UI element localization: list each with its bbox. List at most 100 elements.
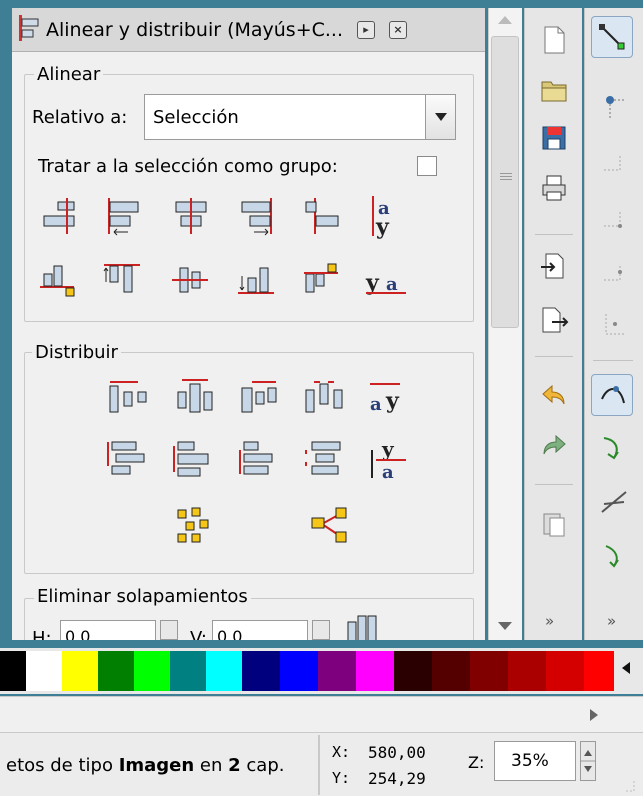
- canvas-horizontal-scrollbar[interactable]: [0, 696, 643, 732]
- relative-to-value: Selección: [153, 106, 239, 128]
- color-swatch[interactable]: [394, 651, 432, 691]
- chevron-down-icon[interactable]: [425, 95, 455, 139]
- svg-text:y: y: [375, 214, 390, 240]
- import-icon[interactable]: [538, 250, 570, 282]
- align-right-edges-to-left-anchor-icon[interactable]: [36, 194, 82, 240]
- color-swatch[interactable]: [280, 651, 318, 691]
- unclump-objects-icon[interactable]: [308, 504, 354, 550]
- align-top-to-bottom-anchor-icon[interactable]: [300, 258, 346, 304]
- h-gap-spin-up[interactable]: [160, 620, 178, 640]
- scroll-down-arrow-icon[interactable]: [498, 622, 512, 632]
- color-swatch[interactable]: [62, 651, 98, 691]
- commands-overflow-button[interactable]: »: [545, 612, 554, 630]
- color-swatch[interactable]: [356, 651, 394, 691]
- relative-to-select[interactable]: Selección: [144, 94, 456, 140]
- resize-grip-icon[interactable]: [622, 779, 636, 793]
- y-coord-label: Y:: [332, 769, 351, 787]
- save-icon[interactable]: [538, 122, 570, 154]
- palette-scroll-left-icon[interactable]: [622, 662, 630, 674]
- remove-overlaps-button[interactable]: [346, 612, 386, 640]
- color-swatch[interactable]: [0, 651, 26, 691]
- status-message-text: etos de tipo: [6, 755, 119, 776]
- h-gap-input[interactable]: 0,0: [60, 620, 156, 640]
- align-bottom-to-top-anchor-icon[interactable]: [36, 258, 82, 304]
- redo-icon[interactable]: [538, 430, 570, 462]
- panel-scrollbar[interactable]: [488, 8, 522, 640]
- close-icon[interactable]: ×: [389, 20, 408, 39]
- color-swatch[interactable]: [318, 651, 356, 691]
- distribute-top-edges-icon[interactable]: [106, 438, 152, 484]
- svg-text:y: y: [381, 438, 395, 461]
- zoom-input[interactable]: 35%: [494, 741, 576, 781]
- distribute-legend: Distribuir: [32, 342, 121, 364]
- snap-nodes-button[interactable]: [591, 374, 633, 416]
- snap-bbox-centers-icon[interactable]: [598, 308, 630, 340]
- new-document-icon[interactable]: [538, 24, 570, 56]
- color-swatch[interactable]: [432, 651, 470, 691]
- color-swatch[interactable]: [470, 651, 508, 691]
- panel-title: Alinear y distribuir (Mayús+C...: [46, 18, 344, 41]
- align-top-edges-icon[interactable]: [100, 258, 146, 304]
- snap-bbox-corners-icon[interactable]: [598, 204, 630, 236]
- color-swatch[interactable]: [584, 651, 614, 691]
- align-left-edges-icon[interactable]: [100, 194, 146, 240]
- paste-icon[interactable]: [538, 508, 570, 540]
- commands-bar: »: [524, 8, 582, 640]
- separator: [535, 356, 573, 357]
- y-coord-value: 254,29: [368, 769, 426, 788]
- snap-bbox-edges-icon[interactable]: [598, 150, 630, 182]
- snap-paths-icon[interactable]: [598, 432, 630, 464]
- distribute-left-edges-icon[interactable]: [106, 374, 152, 420]
- snap-bbox-icon[interactable]: [598, 90, 630, 122]
- distribute-right-edges-icon[interactable]: [238, 374, 284, 420]
- panel-menu-icon[interactable]: ▸: [357, 20, 376, 39]
- align-bottom-edges-icon[interactable]: [234, 258, 280, 304]
- distribute-centers-vertically-icon[interactable]: [172, 438, 218, 484]
- color-swatch[interactable]: [546, 651, 584, 691]
- align-left-edges-to-right-anchor-icon[interactable]: [300, 194, 346, 240]
- align-text-baseline-horizontal-icon[interactable]: ya: [364, 258, 410, 304]
- enable-snapping-button[interactable]: [591, 16, 633, 58]
- open-folder-icon[interactable]: [538, 74, 570, 106]
- distribute-bottom-edges-icon[interactable]: [238, 438, 284, 484]
- color-swatch[interactable]: [206, 651, 242, 691]
- snap-path-intersections-icon[interactable]: [598, 486, 630, 518]
- distribute-text-horizontally-icon[interactable]: ay: [364, 374, 410, 420]
- remove-overlaps-legend: Eliminar solapamientos: [34, 586, 251, 608]
- distribute-text-vertically-icon[interactable]: ya: [364, 437, 410, 484]
- treat-as-group-checkbox[interactable]: [417, 156, 437, 176]
- distribute-horizontal-gaps-icon[interactable]: [302, 374, 348, 420]
- align-right-edges-icon[interactable]: [234, 194, 280, 240]
- relative-to-label: Relativo a:: [32, 107, 128, 128]
- scroll-right-arrow-icon[interactable]: [590, 709, 598, 721]
- v-gap-spin-up[interactable]: [312, 620, 330, 640]
- snap-cusp-nodes-icon[interactable]: [598, 540, 630, 572]
- color-swatch[interactable]: [242, 651, 280, 691]
- toolbar-overflow-button[interactable]: »: [607, 612, 616, 630]
- distribute-centers-horizontally-icon[interactable]: [174, 374, 220, 420]
- randomize-positions-icon[interactable]: [172, 504, 218, 550]
- color-swatch[interactable]: [508, 651, 546, 691]
- panel-titlebar[interactable]: Alinear y distribuir (Mayús+C... ▸ ×: [12, 8, 485, 52]
- distribute-vertical-gaps-icon[interactable]: [302, 438, 348, 484]
- zoom-spinner[interactable]: [580, 741, 596, 781]
- x-coord-value: 580,00: [368, 743, 426, 762]
- color-swatch[interactable]: [26, 651, 62, 691]
- color-swatch[interactable]: [98, 651, 134, 691]
- snap-controls-bar: »: [584, 8, 643, 640]
- align-text-baseline-vertical-icon[interactable]: ay: [364, 194, 410, 240]
- snap-bbox-midpoints-icon[interactable]: [598, 258, 630, 290]
- center-on-horizontal-axis-icon[interactable]: [168, 258, 214, 304]
- export-icon[interactable]: [538, 304, 570, 336]
- status-message-text: cap.: [240, 755, 285, 776]
- v-gap-label: V:: [190, 628, 207, 640]
- print-icon[interactable]: [538, 172, 570, 204]
- separator: [318, 735, 320, 795]
- color-swatch[interactable]: [170, 651, 206, 691]
- scroll-up-arrow-icon[interactable]: [498, 14, 512, 24]
- scroll-thumb[interactable]: [491, 36, 519, 328]
- center-on-vertical-axis-icon[interactable]: [168, 194, 214, 240]
- v-gap-input[interactable]: 0,0: [212, 620, 308, 640]
- undo-icon[interactable]: [538, 380, 570, 412]
- color-swatch[interactable]: [134, 651, 170, 691]
